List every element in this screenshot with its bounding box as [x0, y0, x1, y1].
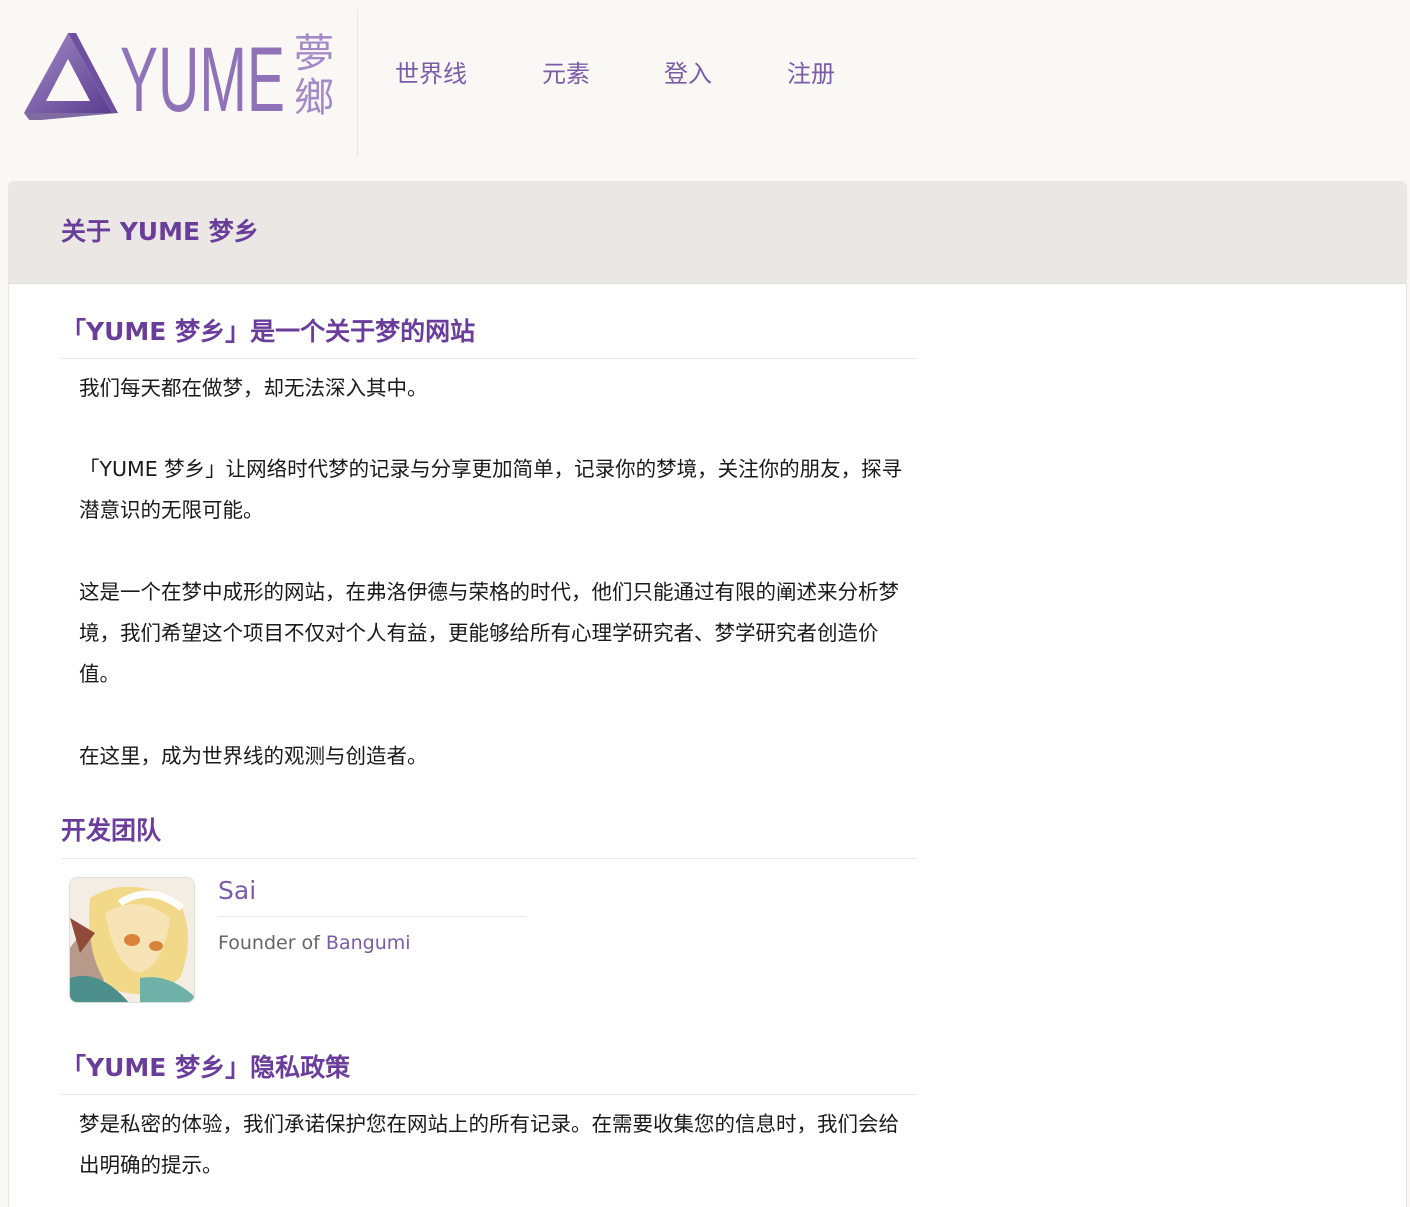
nav-login[interactable]: 登入 [664, 56, 787, 92]
site-header: YUME 夢 鄉 世界线 元素 登入 注册 [0, 0, 1410, 160]
header-divider [357, 10, 358, 156]
about-panel: 关于 YUME 梦乡 「YUME 梦乡」是一个关于梦的网站 我们每天都在做梦，却… [8, 181, 1407, 1207]
nav-worldline[interactable]: 世界线 [395, 56, 542, 92]
section-divider [61, 1094, 917, 1095]
avatar[interactable] [69, 877, 195, 1003]
bangumi-link[interactable]: Bangumi [326, 932, 411, 954]
about-heading: 「YUME 梦乡」是一个关于梦的网站 [61, 317, 476, 346]
page-title: 关于 YUME 梦乡 [61, 217, 259, 246]
yume-logo[interactable]: YUME 夢 鄉 [20, 25, 340, 120]
logo-wordmark: YUME [120, 29, 285, 120]
about-paragraph: 我们每天都在做梦，却无法深入其中。 [79, 376, 428, 400]
about-paragraph: 在这里，成为世界线的观测与创造者。 [79, 744, 428, 768]
section-divider [61, 858, 917, 859]
member-divider [218, 916, 526, 917]
privacy-heading: 「YUME 梦乡」隐私政策 [61, 1053, 351, 1082]
logo-kanji-bottom: 鄉 [294, 75, 334, 120]
nav-elements[interactable]: 元素 [542, 56, 664, 92]
privacy-paragraph: 梦是私密的体验，我们承诺保护您在网站上的所有记录。在需要收集您的信息时，我们会给… [79, 1112, 899, 1177]
member-role: Founder of Bangumi [218, 927, 411, 959]
about-paragraph: 「YUME 梦乡」让网络时代梦的记录与分享更加简单，记录你的梦境，关注你的朋友，… [79, 457, 903, 522]
member-role-text: Founder of [218, 932, 326, 954]
team-heading: 开发团队 [61, 816, 162, 845]
logo-kanji-top: 夢 [294, 31, 334, 77]
member-name: Sai [218, 876, 257, 905]
section-divider [61, 358, 917, 359]
nav-register[interactable]: 注册 [787, 56, 867, 92]
main-nav: 世界线 元素 登入 注册 [395, 56, 867, 92]
penrose-triangle-icon [24, 33, 118, 120]
about-paragraph: 这是一个在梦中成形的网站，在弗洛伊德与荣格的时代，他们只能通过有限的阐述来分析梦… [79, 580, 899, 686]
